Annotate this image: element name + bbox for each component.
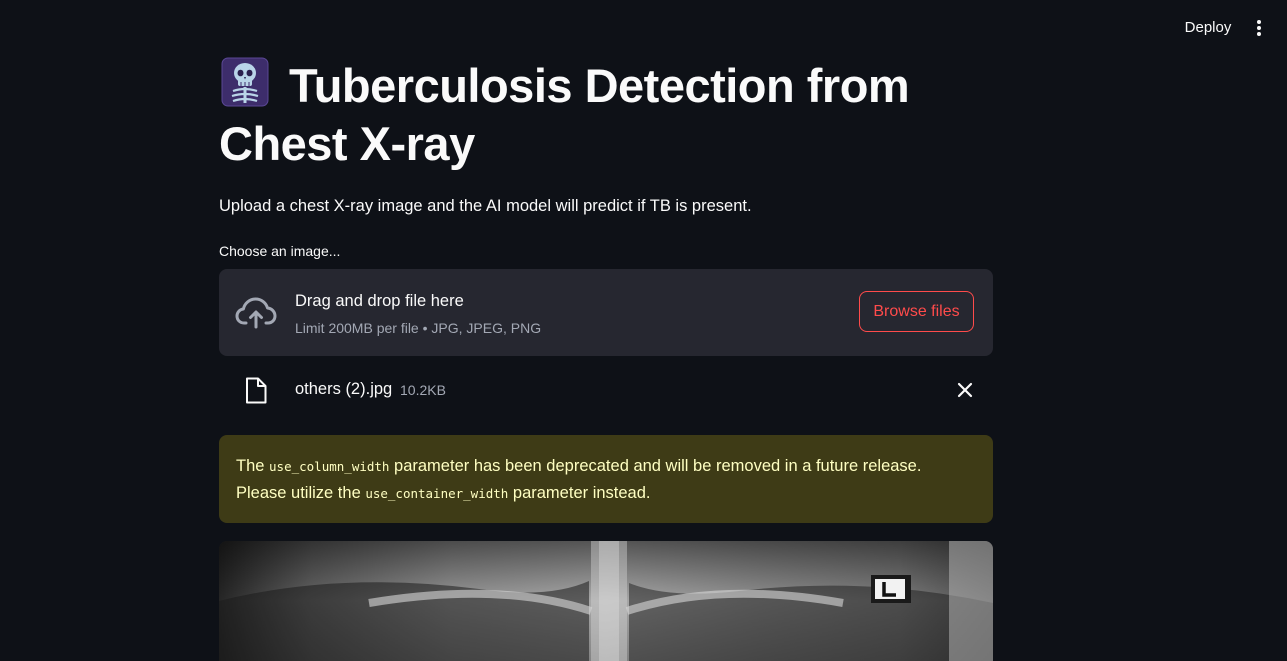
warning-text-1: The: [236, 457, 270, 475]
file-icon: [246, 377, 267, 404]
uploaded-file-name: others (2).jpg: [295, 380, 393, 398]
page-title-line2: Chest X-ray: [219, 117, 475, 170]
app-header: Deploy: [0, 0, 1287, 56]
uploaded-file-item: others (2).jpg 10.2KB: [219, 368, 993, 412]
xray-image-graphic: [219, 541, 993, 661]
warning-text-3: parameter instead.: [508, 484, 651, 502]
dropzone-limit-text: Limit 200MB per file • JPG, JPEG, PNG: [295, 320, 542, 336]
uploaded-xray-image: [219, 541, 993, 661]
page-title: Tuberculosis Detection from Chest X-ray: [219, 56, 993, 173]
cloud-upload-icon: [235, 297, 277, 329]
skeleton-xray-icon: [221, 57, 269, 107]
uploaded-file-size: 10.2KB: [400, 382, 446, 398]
warning-code-2: use_container_width: [365, 486, 509, 501]
uploader-label: Choose an image...: [219, 243, 341, 259]
main-menu-icon[interactable]: [1248, 16, 1270, 40]
remove-file-icon[interactable]: [955, 380, 975, 400]
dropzone-title: Drag and drop file here: [295, 292, 464, 310]
warning-code-1: use_column_width: [269, 459, 390, 474]
page-title-line1: Tuberculosis Detection from: [289, 59, 910, 112]
file-dropzone[interactable]: Drag and drop file here Limit 200MB per …: [219, 269, 993, 356]
browse-files-button[interactable]: Browse files: [859, 291, 974, 332]
deprecation-warning-alert: The use_column_width parameter has been …: [219, 435, 993, 523]
deploy-button[interactable]: Deploy: [1176, 17, 1240, 39]
page-description: Upload a chest X-ray image and the AI mo…: [219, 197, 752, 215]
